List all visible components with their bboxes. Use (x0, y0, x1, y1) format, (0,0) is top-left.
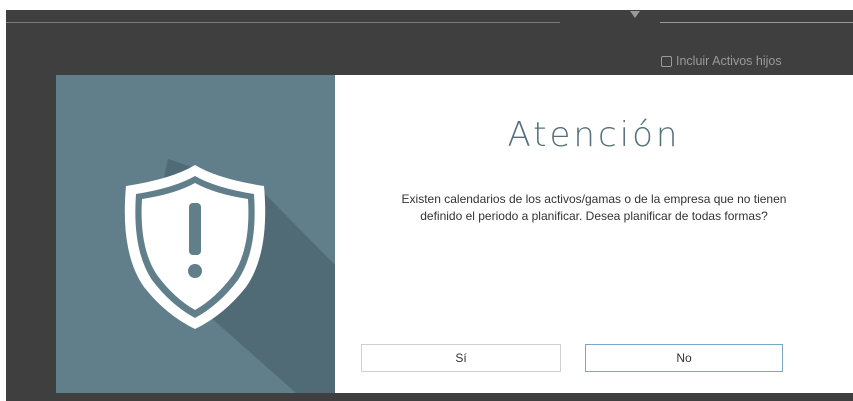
dialog-title: Atención (507, 115, 681, 155)
chevron-down-icon[interactable] (630, 10, 640, 20)
include-child-assets-label: Incluir Activos hijos (676, 54, 782, 68)
divider (660, 22, 853, 23)
dialog-content: Atención Existen calendarios de los acti… (335, 75, 853, 393)
include-child-assets-option[interactable]: Incluir Activos hijos (661, 53, 782, 69)
dialog-icon-panel (56, 75, 335, 393)
attention-dialog: Atención Existen calendarios de los acti… (56, 75, 853, 393)
dialog-message-line: Existen calendarios de los activos/gamas… (401, 192, 787, 206)
no-button[interactable]: No (585, 344, 783, 372)
yes-button[interactable]: Sí (361, 344, 561, 372)
warning-shield-icon (124, 159, 335, 393)
dialog-message-line: definido el periodo a planificar. Desea … (420, 209, 768, 223)
divider (6, 22, 560, 23)
include-child-assets-checkbox[interactable] (661, 55, 672, 67)
dialog-message: Existen calendarios de los activos/gamas… (355, 191, 833, 225)
